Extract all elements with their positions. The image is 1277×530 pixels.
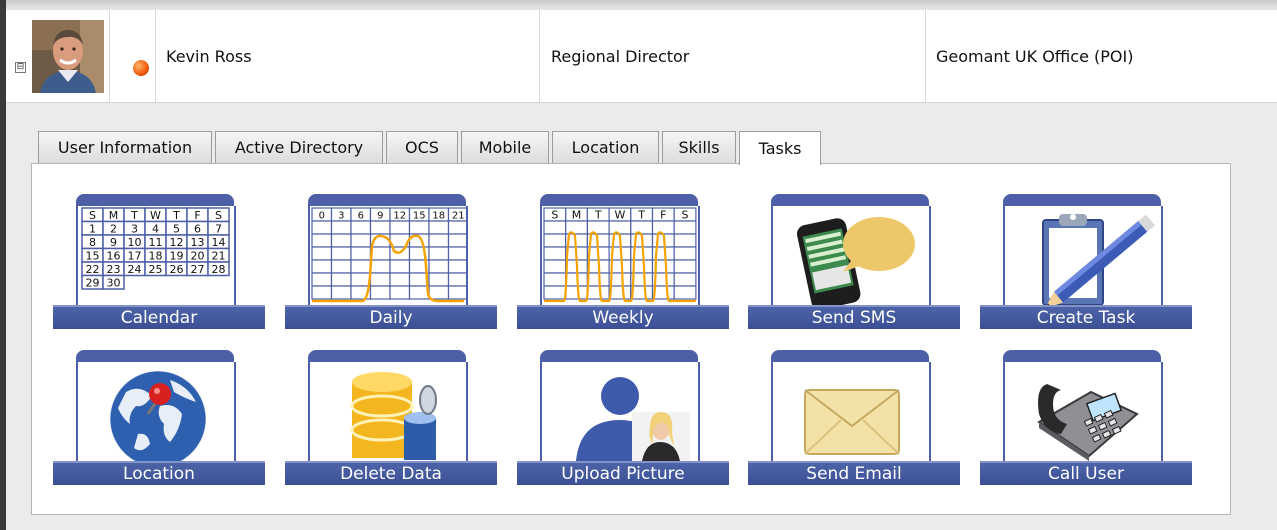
calendar-header: T [130, 209, 138, 222]
calendar-day: 12 [170, 236, 184, 249]
calendar-day: 10 [128, 236, 142, 249]
calendar-header: W [150, 209, 161, 222]
weekly-day-label: F [660, 209, 666, 222]
user-row[interactable]: ⊟ Kevin Ross Regional Director Geomant U… [6, 10, 1277, 103]
phone-sms-icon [771, 206, 931, 305]
calendar-day: 26 [170, 263, 184, 276]
daily-hour-label: 3 [338, 211, 344, 222]
weekly-day-label: S [551, 209, 558, 222]
calendar-day: 3 [131, 223, 138, 236]
task-label: Calendar [53, 305, 265, 329]
task-label: Call User [980, 461, 1192, 485]
calendar-day: 29 [86, 277, 100, 290]
calendar-day: 21 [212, 250, 226, 263]
weekly-day-label: T [637, 209, 645, 222]
globe-pin-icon [76, 362, 236, 461]
daily-hour-label: 9 [377, 211, 383, 222]
task-label: Delete Data [285, 461, 497, 485]
calendar-day: 4 [152, 223, 159, 236]
task-daily[interactable]: 0 3 6 9 12 15 18 21 Daily [285, 194, 497, 334]
calendar-day: 28 [212, 263, 226, 276]
tab-active-directory[interactable]: Active Directory [215, 131, 383, 163]
calendar-day: 23 [107, 263, 121, 276]
user-office: Geomant UK Office (POI) [936, 46, 1134, 66]
calendar-header: F [194, 209, 200, 222]
presence-status-icon [133, 60, 149, 76]
weekly-day-label: T [594, 209, 602, 222]
calendar-day: 1 [89, 223, 96, 236]
person-picture-icon [540, 362, 700, 461]
tab-ocs[interactable]: OCS [386, 131, 458, 163]
task-label: Upload Picture [517, 461, 729, 485]
calendar-day: 20 [191, 250, 205, 263]
task-label: Weekly [517, 305, 729, 329]
calendar-day: 7 [215, 223, 222, 236]
tab-user-information[interactable]: User Information [38, 131, 212, 163]
calendar-day: 14 [212, 236, 226, 249]
task-location[interactable]: Location [53, 350, 265, 490]
calendar-day: 6 [194, 223, 201, 236]
user-details-window: ⊟ Kevin Ross Regional Director Geomant U… [0, 0, 1277, 530]
calendar-day: 9 [110, 236, 117, 249]
user-title: Regional Director [541, 10, 926, 102]
user-name: Kevin Ross [156, 10, 540, 102]
weekly-day-label: M [572, 209, 582, 222]
calendar-day: 16 [107, 250, 121, 263]
task-label: Create Task [980, 305, 1192, 329]
calendar-day: 17 [128, 250, 142, 263]
calendar-day: 8 [89, 236, 96, 249]
tab-mobile[interactable]: Mobile [461, 131, 549, 163]
calendar-day: 15 [86, 250, 100, 263]
daily-hour-label: 21 [452, 211, 465, 222]
daily-hour-label: 12 [393, 211, 406, 222]
daily-hour-label: 18 [432, 211, 445, 222]
weekly-day-label: W [615, 209, 626, 222]
calendar-day: 25 [149, 263, 163, 276]
calendar-header: M [109, 209, 119, 222]
calendar-day: 22 [86, 263, 100, 276]
weekly-chart-icon: SMTWTFS [540, 206, 700, 305]
tab-skills[interactable]: Skills [662, 131, 736, 163]
database-trash-icon [308, 362, 468, 461]
task-label: Send Email [748, 461, 960, 485]
task-send-email[interactable]: Send Email [748, 350, 960, 490]
task-delete-data[interactable]: Delete Data [285, 350, 497, 490]
daily-chart-icon: 0 3 6 9 12 15 18 21 [308, 206, 468, 305]
task-calendar[interactable]: S M T W T F S 1 2 3 4 5 6 7 8 9 10 11 12 13 14 15 16 17 18 19 20 21… [53, 194, 265, 334]
task-weekly[interactable]: SMTWTFS Weekly [517, 194, 729, 334]
task-create-task[interactable]: Create Task [980, 194, 1192, 334]
calendar-day: 30 [107, 277, 121, 290]
calendar-header: S [215, 209, 222, 222]
calendar-icon: S M T W T F S 1 2 3 4 5 6 7 8 9 10 11 12 13 14 15 16 17 18 19 20 21… [76, 206, 236, 305]
calendar-day: 19 [170, 250, 184, 263]
task-call-user[interactable]: Call User [980, 350, 1192, 490]
envelope-icon [771, 362, 931, 461]
calendar-day: 18 [149, 250, 163, 263]
task-send-sms[interactable]: Send SMS [748, 194, 960, 334]
weekly-day-label: S [682, 209, 689, 222]
task-label: Daily [285, 305, 497, 329]
task-upload-picture[interactable]: Upload Picture [517, 350, 729, 490]
calendar-day: 24 [128, 263, 142, 276]
task-label: Send SMS [748, 305, 960, 329]
calendar-day: 2 [110, 223, 117, 236]
calendar-header: T [172, 209, 180, 222]
calendar-header: S [89, 209, 96, 222]
calendar-day: 5 [173, 223, 180, 236]
tab-location[interactable]: Location [552, 131, 659, 163]
clipboard-pencil-icon [1003, 206, 1163, 305]
task-label: Location [53, 461, 265, 485]
calendar-day: 11 [149, 236, 163, 249]
daily-hour-label: 6 [358, 211, 364, 222]
tab-tasks[interactable]: Tasks [739, 131, 821, 165]
calendar-day: 13 [191, 236, 205, 249]
calendar-day: 27 [191, 263, 205, 276]
daily-hour-label: 15 [413, 211, 426, 222]
desk-phone-icon [1003, 362, 1163, 461]
daily-hour-label: 0 [319, 211, 325, 222]
